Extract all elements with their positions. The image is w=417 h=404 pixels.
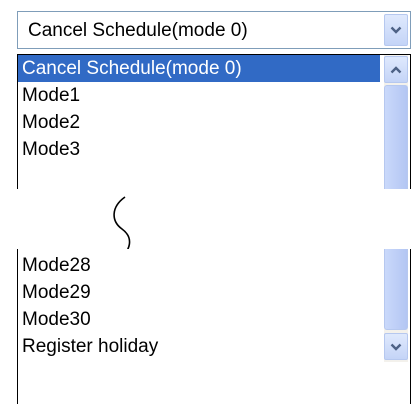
option-mode29[interactable]: Mode29 [18,279,380,306]
scrollbar-thumb[interactable] [384,249,408,330]
dropdown-toggle-button[interactable] [384,14,408,46]
scrollbar-thumb[interactable] [384,85,408,189]
option-register-holiday[interactable]: Register holiday [18,333,380,360]
option-mode28[interactable]: Mode28 [18,252,380,279]
option-mode1[interactable]: Mode1 [18,82,380,109]
option-mode3[interactable]: Mode3 [18,136,380,163]
chevron-down-icon [385,15,407,45]
scroll-down-button[interactable] [384,333,408,360]
mode-select[interactable]: Cancel Schedule(mode 0) [17,11,411,49]
scroll-up-button[interactable] [384,56,408,83]
option-mode2[interactable]: Mode2 [18,109,380,136]
mode-options-list-bottom: Mode28 Mode29 Mode30 Register holiday [17,249,411,404]
chevron-down-icon [385,334,407,359]
scrollbar-track-bottom[interactable] [384,249,408,362]
chevron-up-icon [385,57,407,82]
mode-options-list-top: Cancel Schedule(mode 0) Mode1 Mode2 Mode… [17,54,411,189]
scrollbar-track-top[interactable] [384,55,408,189]
option-mode30[interactable]: Mode30 [18,306,380,333]
mode-select-value: Cancel Schedule(mode 0) [28,20,248,41]
option-cancel-schedule[interactable]: Cancel Schedule(mode 0) [18,55,380,82]
